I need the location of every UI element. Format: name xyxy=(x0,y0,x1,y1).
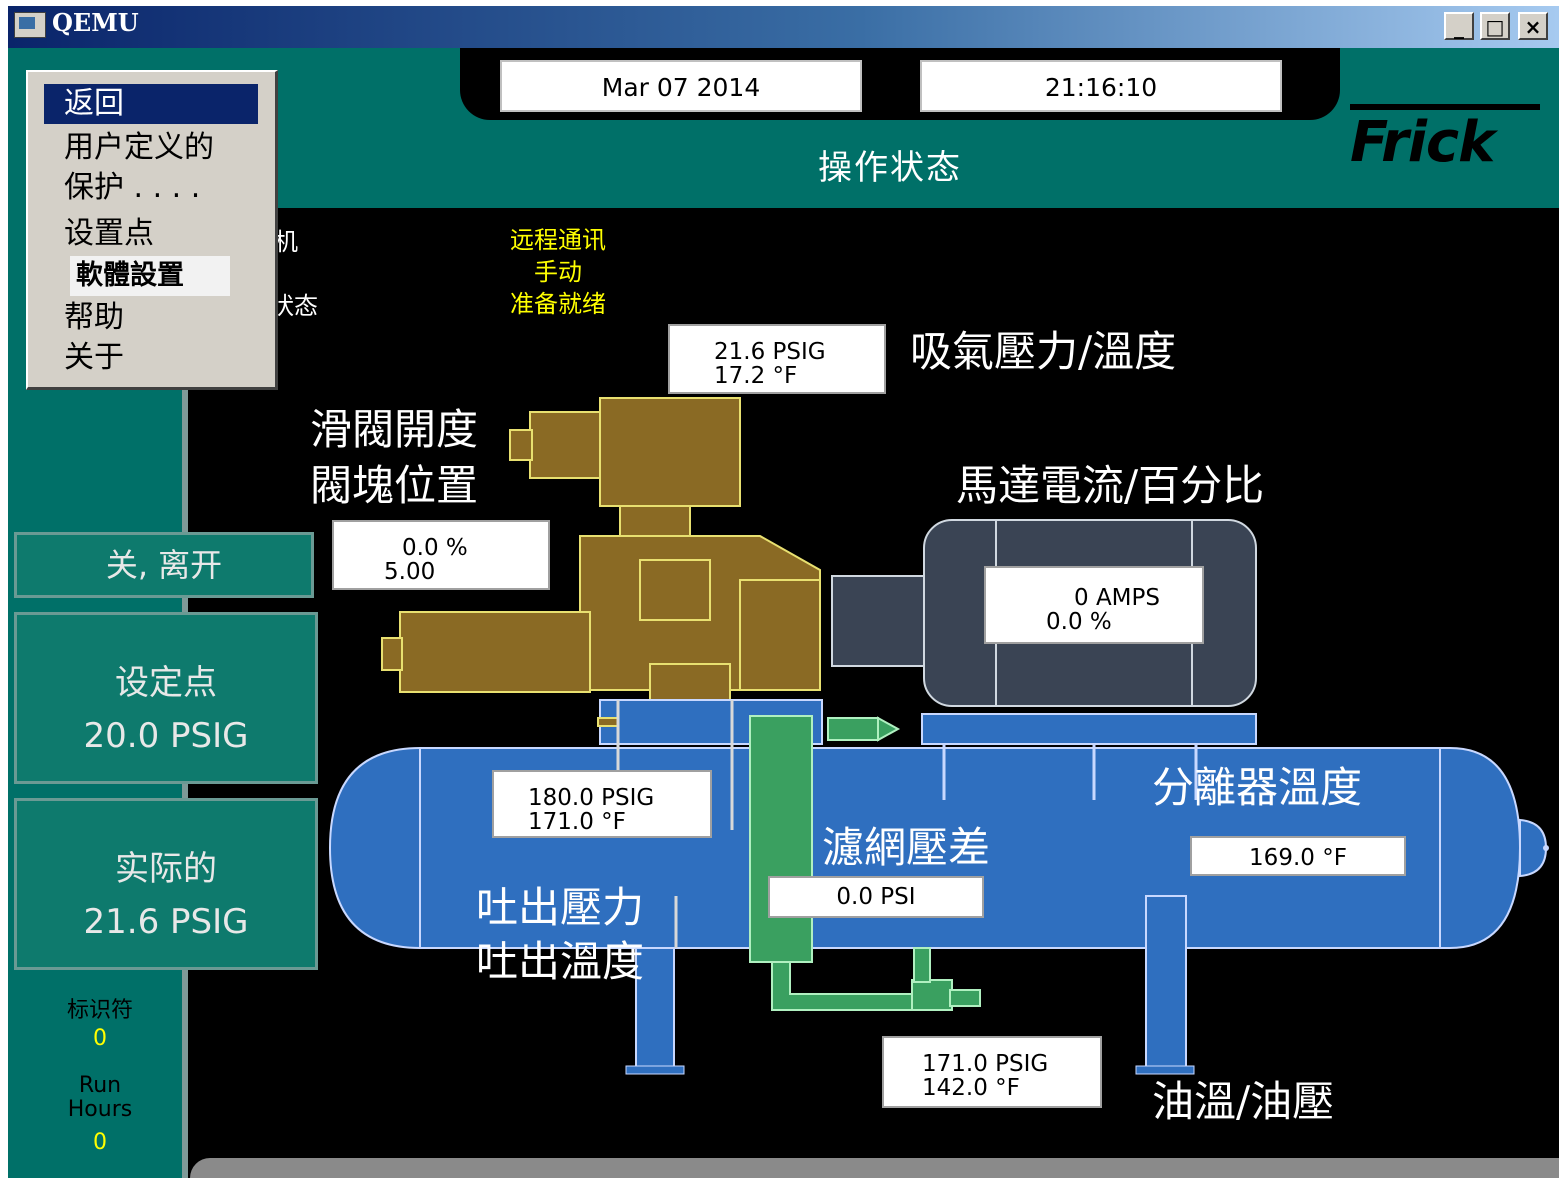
suction-label: 吸氣壓力/溫度 xyxy=(910,327,1177,376)
context-menu: 返回 用户定义的 保护 . . . . 设置点 軟體設置 帮助 关于 xyxy=(26,70,278,390)
motor-readout: 0 AMPS 0.0 % xyxy=(984,566,1204,644)
menu-item-user-defined[interactable]: 用户定义的 xyxy=(64,128,214,168)
slide-valve-label-2: 閥塊位置 xyxy=(310,461,479,510)
slide-valve-position: 5.00 xyxy=(384,559,436,585)
filter-label: 濾網壓差 xyxy=(822,823,991,872)
discharge-pressure: 180.0 PSIG xyxy=(528,785,655,811)
suction-readout: 21.6 PSIG 17.2 °F xyxy=(668,324,886,394)
slide-valve-label-1: 滑閥開度 xyxy=(310,405,479,454)
menu-item-help[interactable]: 帮助 xyxy=(64,298,124,338)
discharge-label-2: 吐出溫度 xyxy=(476,937,645,986)
oil-readout: 171.0 PSIG 142.0 °F xyxy=(882,1036,1102,1108)
suction-pressure: 21.6 PSIG xyxy=(714,339,826,365)
menu-item-software-settings[interactable]: 軟體設置 xyxy=(70,256,230,296)
discharge-label-1: 吐出壓力 xyxy=(476,883,645,932)
motor-label: 馬達電流/百分比 xyxy=(956,461,1265,510)
menu-item-back[interactable]: 返回 xyxy=(44,84,258,124)
oil-pressure: 171.0 PSIG xyxy=(922,1051,1049,1077)
motor-amps: 0 AMPS xyxy=(1074,585,1160,611)
menu-item-protection[interactable]: 保护 . . . . xyxy=(64,168,200,208)
slide-valve-percent: 0.0 % xyxy=(402,535,468,561)
filter-pressure-readout: 0.0 PSI xyxy=(768,876,984,918)
slide-valve-readout: 0.0 % 5.00 xyxy=(332,520,550,590)
suction-temp: 17.2 °F xyxy=(714,363,798,389)
oil-label: 油溫/油壓 xyxy=(1152,1077,1335,1126)
oil-temp: 142.0 °F xyxy=(922,1075,1020,1101)
discharge-temp: 171.0 °F xyxy=(528,809,626,835)
separator-label: 分離器溫度 xyxy=(1152,763,1363,812)
motor-percent: 0.0 % xyxy=(1046,609,1112,635)
discharge-readout: 180.0 PSIG 171.0 °F xyxy=(492,770,712,838)
separator-temp-readout: 169.0 °F xyxy=(1190,836,1406,876)
menu-item-about[interactable]: 关于 xyxy=(64,338,124,378)
motor-base xyxy=(921,713,1257,745)
menu-item-setpoints[interactable]: 设置点 xyxy=(64,214,154,254)
